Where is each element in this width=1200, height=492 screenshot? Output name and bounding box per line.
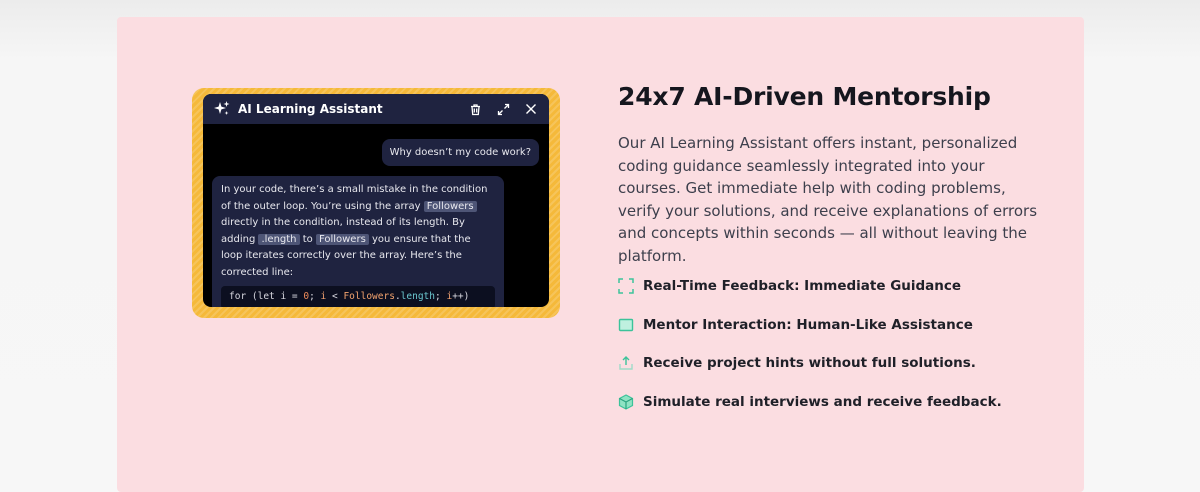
feature-label: Simulate real interviews and receive fee… xyxy=(643,394,1002,410)
screen-icon xyxy=(618,317,634,333)
code-token: Followers xyxy=(343,291,395,302)
section-heading: 24x7 AI-Driven Mentorship xyxy=(618,82,991,111)
feature-label: Real-Time Feedback: Immediate Guidance xyxy=(643,278,962,294)
trash-icon[interactable] xyxy=(467,101,483,117)
section-description: Our AI Learning Assistant offers instant… xyxy=(618,134,1038,265)
assistant-message-bubble: In your code, there’s a small mistake in… xyxy=(212,176,504,307)
close-icon[interactable] xyxy=(523,101,539,117)
cube-icon xyxy=(618,394,634,410)
code-token: ++) xyxy=(452,291,470,302)
code-token: ; xyxy=(309,291,321,302)
code-token: length xyxy=(400,291,435,302)
feature-item: Simulate real interviews and receive fee… xyxy=(618,394,1002,410)
chat-card-illustration: AI Learning Assistant Why doesn’t my cod… xyxy=(192,88,560,318)
feature-item: Mentor Interaction: Human-Like Assistanc… xyxy=(618,317,973,333)
scan-icon xyxy=(618,278,634,294)
feature-item: Real-Time Feedback: Immediate Guidance xyxy=(618,278,961,294)
ai-assistant-window: AI Learning Assistant Why doesn’t my cod… xyxy=(203,94,549,307)
code-token: ; xyxy=(435,291,447,302)
assistant-title: AI Learning Assistant xyxy=(238,102,383,116)
assistant-header: AI Learning Assistant xyxy=(203,94,549,124)
ai-text: to xyxy=(299,233,316,245)
feature-label: Receive project hints without full solut… xyxy=(643,355,976,371)
code-highlight: .length xyxy=(258,233,300,245)
user-message-bubble: Why doesn’t my code work? xyxy=(381,139,539,166)
feature-item: Receive project hints without full solut… xyxy=(618,355,976,371)
feature-label: Mentor Interaction: Human-Like Assistanc… xyxy=(643,317,973,333)
code-token: < xyxy=(326,291,344,302)
code-snippet: for (let i = 0; i < Followers.length; i+… xyxy=(221,286,495,307)
code-token: for (let i = xyxy=(229,291,304,302)
expand-icon[interactable] xyxy=(495,101,511,117)
sparkle-icon xyxy=(213,100,231,118)
code-highlight: Followers xyxy=(423,200,477,212)
upload-icon xyxy=(618,355,634,371)
code-highlight: Followers xyxy=(315,233,369,245)
